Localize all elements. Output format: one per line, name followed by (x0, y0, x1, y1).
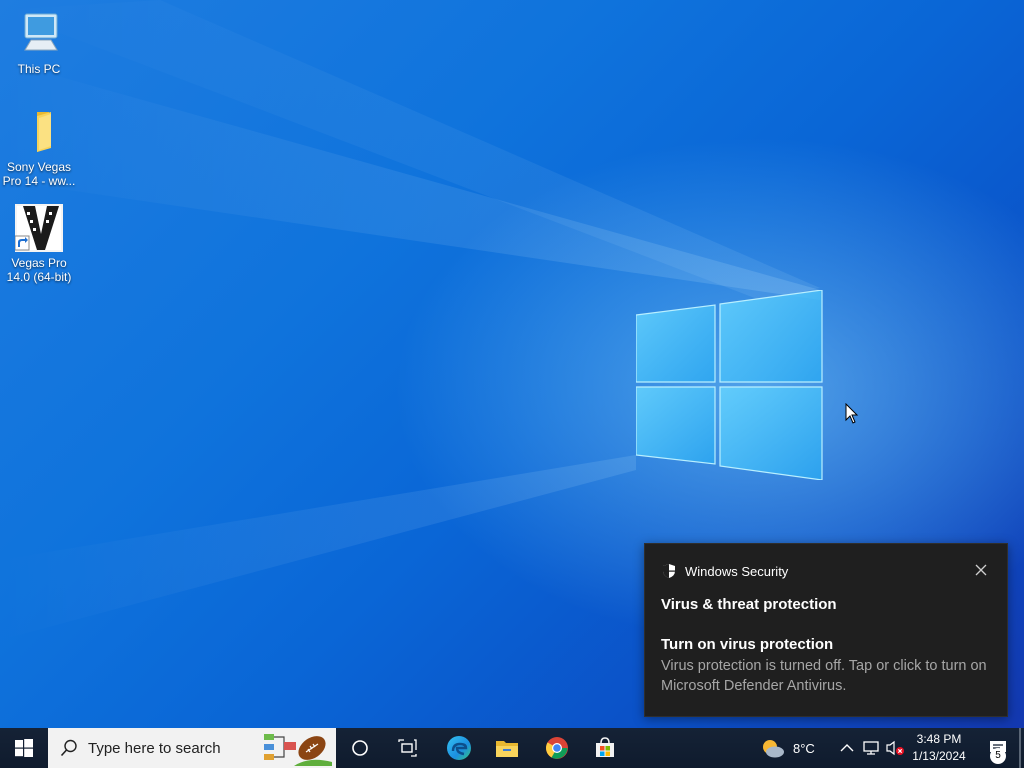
toast-app-name: Windows Security (685, 563, 789, 579)
windows-logo (636, 290, 823, 480)
taskbar-chrome[interactable] (536, 728, 578, 768)
toast-subtitle: Turn on virus protection (661, 636, 834, 653)
chevron-up-icon (840, 744, 854, 752)
close-icon[interactable] (973, 562, 989, 578)
toast-title: Virus & threat protection (661, 596, 837, 613)
desktop: This PC Sony Vegas Pro 14 - ww... Vegas … (0, 0, 1024, 728)
clock-time: 3:48 PM (916, 732, 962, 746)
taskbar: Type here to search 8°C 3:48 PM 1/13/202… (0, 728, 1024, 768)
folder-icon (37, 112, 51, 152)
network-icon (863, 741, 879, 755)
desktop-icon-label: This PC (17, 62, 61, 76)
microsoft-store-icon (596, 737, 614, 757)
clock-date: 1/13/2024 (912, 749, 966, 763)
cortana-icon (352, 740, 368, 756)
cortana-button[interactable] (340, 728, 380, 768)
search-highlight-football-icon (264, 734, 332, 766)
desktop-icon-this-pc[interactable]: This PC (0, 10, 78, 76)
vegas-pro-icon (14, 204, 63, 252)
toast-header: Windows Security (661, 563, 788, 579)
task-view-icon (398, 739, 417, 757)
search-icon (60, 739, 77, 757)
volume-muted-icon (886, 740, 904, 756)
start-button[interactable] (0, 728, 48, 768)
chrome-icon (546, 737, 568, 759)
edge-icon (447, 736, 471, 760)
weather-temp: 8°C (793, 740, 815, 756)
toast-body: Virus protection is turned off. Tap or c… (661, 658, 987, 694)
weather-widget[interactable]: 8°C (760, 728, 824, 768)
taskbar-microsoft-store[interactable] (584, 728, 626, 768)
desktop-icon-label: Sony Vegas Pro 14 - ww... (2, 160, 76, 188)
task-view-button[interactable] (388, 728, 428, 768)
this-pc-icon (24, 13, 58, 51)
network-button[interactable] (860, 728, 882, 768)
mouse-cursor-icon (845, 403, 859, 424)
show-desktop-button[interactable] (1019, 728, 1021, 768)
search-placeholder: Type here to search (88, 739, 221, 757)
taskbar-edge[interactable] (438, 728, 480, 768)
clock[interactable]: 3:48 PM 1/13/2024 (906, 731, 972, 765)
desktop-icon-vegas-pro[interactable]: Vegas Pro 14.0 (64-bit) (0, 204, 78, 284)
volume-button[interactable] (884, 728, 906, 768)
shield-icon (663, 564, 675, 578)
search-box[interactable]: Type here to search (48, 728, 336, 768)
windows-security-toast[interactable]: Windows Security Virus & threat protecti… (644, 543, 1008, 717)
notification-count-badge: 5 (990, 748, 1006, 764)
show-hidden-icons-button[interactable] (838, 728, 856, 768)
taskbar-file-explorer[interactable] (486, 728, 528, 768)
windows-start-icon (15, 739, 33, 757)
desktop-icon-sony-vegas-folder[interactable]: Sony Vegas Pro 14 - ww... (0, 108, 78, 188)
file-explorer-icon (496, 741, 518, 757)
partly-cloudy-icon (763, 740, 784, 758)
desktop-icon-label: Vegas Pro 14.0 (64-bit) (6, 256, 72, 284)
